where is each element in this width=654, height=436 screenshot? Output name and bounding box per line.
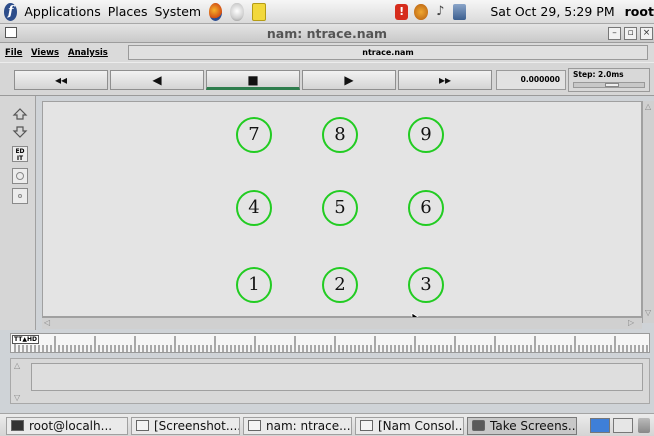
task-label: Take Screens... — [490, 419, 577, 433]
stop-button[interactable]: ■ — [206, 70, 300, 90]
rewind-button[interactable]: ◂◂ — [14, 70, 108, 90]
task-take-screenshot[interactable]: Take Screens... — [467, 417, 577, 435]
node-2[interactable]: 2 — [322, 267, 358, 303]
workspace-1[interactable] — [590, 418, 610, 433]
task-label: root@localh... — [29, 419, 113, 433]
step-back-button[interactable]: ◀ — [110, 70, 204, 90]
step-label: Step: 2.0ms — [573, 70, 624, 79]
top-panel: f Applications Places System ! ♪ Sat Oct… — [0, 0, 654, 24]
step-slider[interactable] — [573, 82, 645, 88]
window-titlebar[interactable]: nam: ntrace.nam – ▫ × — [0, 24, 654, 43]
timeline-ruler[interactable]: TT▲HD — [10, 333, 650, 353]
node-5[interactable]: 5 — [322, 190, 358, 226]
analysis-menu[interactable]: Analysis — [68, 48, 108, 58]
annot-scroll-up-icon[interactable]: △ — [14, 361, 20, 370]
task-nam[interactable]: nam: ntrace.... — [243, 417, 352, 435]
task-label: [Screenshot.... — [154, 419, 240, 433]
close-button[interactable]: × — [640, 27, 653, 40]
minimize-button[interactable]: – — [608, 27, 621, 40]
clock[interactable]: Sat Oct 29, 5:29 PM — [490, 4, 614, 19]
zoom-out-icon[interactable] — [12, 124, 28, 140]
window-icon — [136, 420, 149, 431]
system-menu[interactable]: System — [154, 4, 201, 19]
firefox-icon[interactable] — [209, 2, 223, 21]
camera-icon — [472, 420, 485, 431]
fedora-logo-icon[interactable]: f — [4, 2, 18, 21]
desktop: f Applications Places System ! ♪ Sat Oct… — [0, 0, 654, 436]
window-title: nam: ntrace.nam — [266, 26, 388, 41]
applications-menu[interactable]: Applications — [24, 4, 100, 19]
task-screenshot[interactable]: [Screenshot.... — [131, 417, 240, 435]
bottom-taskbar: root@localh... [Screenshot.... nam: ntra… — [0, 413, 654, 436]
node-4[interactable]: 4 — [236, 190, 272, 226]
node-7[interactable]: 7 — [236, 117, 272, 153]
volume-icon[interactable]: ♪ — [434, 4, 447, 20]
zoom-in-icon[interactable] — [12, 106, 28, 122]
circle-icon — [16, 172, 24, 180]
alert-icon[interactable]: ! — [394, 3, 409, 20]
user-name[interactable]: root — [625, 4, 654, 19]
scroll-up-icon[interactable]: △ — [645, 102, 651, 111]
edit-tool-button[interactable]: ED IT — [12, 146, 28, 162]
window-icon — [360, 420, 373, 431]
play-button[interactable]: ▶ — [302, 70, 396, 90]
agent-tool-button[interactable] — [12, 188, 28, 204]
annotation-pane: △ ▽ — [10, 358, 650, 404]
trace-filename: ntrace.nam — [128, 45, 648, 60]
node-6[interactable]: 6 — [408, 190, 444, 226]
network-icon[interactable] — [453, 3, 467, 20]
notes-icon[interactable] — [251, 2, 266, 21]
annotation-list[interactable] — [31, 363, 643, 391]
node-tool-button[interactable] — [12, 168, 28, 184]
mail-icon[interactable] — [230, 2, 244, 21]
trash-icon[interactable] — [638, 418, 650, 433]
dot-icon — [18, 194, 22, 198]
scroll-left-icon[interactable]: ◁ — [44, 318, 50, 327]
step-slider-thumb[interactable] — [605, 83, 619, 87]
timeline-label: TT▲HD — [12, 335, 39, 344]
task-nam-console[interactable]: [Nam Consol... — [355, 417, 464, 435]
views-menu[interactable]: Views — [31, 48, 59, 58]
task-label: [Nam Consol... — [378, 419, 464, 433]
time-display: 0.000000 — [496, 70, 566, 90]
task-label: nam: ntrace.... — [266, 419, 352, 433]
window-icon — [248, 420, 261, 431]
node-9[interactable]: 9 — [408, 117, 444, 153]
workspace-2[interactable] — [613, 418, 633, 433]
canvas-vertical-scrollbar[interactable]: △ ▽ — [642, 101, 654, 323]
scroll-right-icon[interactable]: ▷ — [628, 318, 634, 327]
task-terminal[interactable]: root@localh... — [6, 417, 128, 435]
file-menu[interactable]: File — [5, 48, 22, 58]
timeline-ticks — [14, 336, 648, 352]
node-8[interactable]: 8 — [322, 117, 358, 153]
scroll-down-icon[interactable]: ▽ — [645, 308, 651, 317]
maximize-button[interactable]: ▫ — [624, 27, 637, 40]
places-menu[interactable]: Places — [108, 4, 148, 19]
network-canvas[interactable]: 7 8 9 4 5 6 1 2 3 — [42, 101, 642, 326]
canvas-horizontal-scrollbar[interactable]: ◁ ▷ — [42, 317, 642, 329]
left-toolbar: ED IT — [0, 96, 36, 330]
node-1[interactable]: 1 — [236, 267, 272, 303]
node-3[interactable]: 3 — [408, 267, 444, 303]
nam-menubar: File Views Analysis ntrace.nam — [0, 43, 654, 62]
fast-forward-button[interactable]: ▸▸ — [398, 70, 492, 90]
terminal-icon — [11, 420, 24, 431]
playback-controls: ◂◂ ◀ ■ ▶ ▸▸ 0.000000 Step: 2.0ms — [0, 62, 654, 96]
annot-scroll-down-icon[interactable]: ▽ — [14, 393, 20, 402]
sensor-icon[interactable] — [414, 3, 428, 20]
step-control: Step: 2.0ms — [568, 68, 650, 92]
